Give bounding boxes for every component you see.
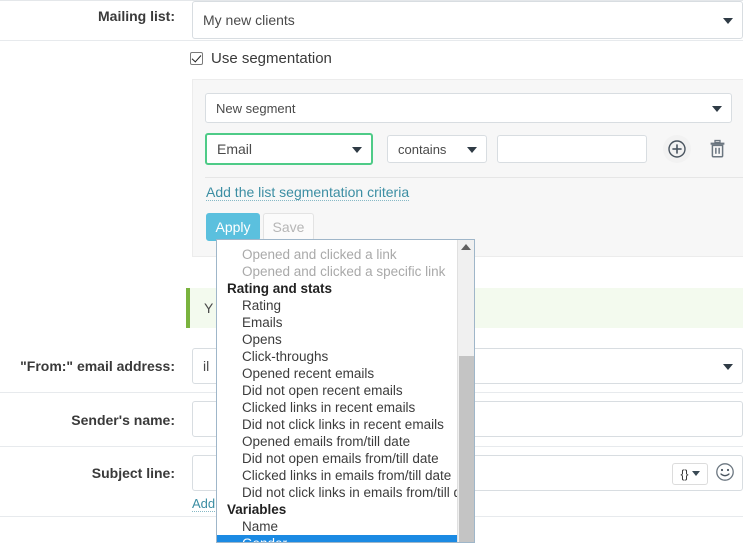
curly-braces-icon[interactable]: {}	[672, 463, 708, 485]
chevron-down-icon	[712, 106, 722, 112]
dropdown-option[interactable]: Emails	[217, 314, 457, 331]
dropdown-option[interactable]: Click-throughs	[217, 348, 457, 365]
checkbox-check-icon	[190, 52, 203, 65]
dropdown-option[interactable]: Clicked links in emails from/till date	[217, 467, 457, 484]
mailing-list-value: My new clients	[203, 12, 295, 28]
apply-button[interactable]: Apply	[206, 213, 260, 241]
dropdown-option[interactable]: Opens	[217, 331, 457, 348]
sender-name-label: Sender's name:	[0, 412, 175, 428]
criteria-operator-select[interactable]: contains	[387, 135, 487, 163]
from-email-value: il	[203, 358, 209, 374]
save-button[interactable]: Save	[263, 213, 314, 241]
criteria-divider	[205, 177, 743, 178]
add-segmentation-criteria-link[interactable]: Add the list segmentation criteria	[206, 184, 409, 201]
plus-circle-icon[interactable]	[663, 135, 691, 163]
dropdown-option[interactable]: Did not click links in recent emails	[217, 416, 457, 433]
subject-line-label: Subject line:	[0, 465, 175, 481]
dropdown-option[interactable]: Name	[217, 518, 457, 535]
dropdown-scrollbar[interactable]	[457, 240, 474, 542]
dropdown-option[interactable]: Did not open emails from/till date	[217, 450, 457, 467]
dropdown-option[interactable]: Gender	[217, 535, 457, 543]
chevron-down-icon	[352, 147, 362, 153]
dropdown-option[interactable]: Opened emails from/till date	[217, 433, 457, 450]
mailing-list-label: Mailing list:	[0, 8, 175, 24]
from-email-label: "From:" email address:	[0, 358, 175, 374]
criteria-value-input[interactable]	[497, 135, 647, 163]
use-segmentation-checkbox[interactable]: Use segmentation	[190, 50, 332, 67]
subject-line-toolbar: {}	[672, 462, 735, 485]
add-variable-link[interactable]: Add	[192, 496, 215, 512]
criteria-field-dropdown-list[interactable]: Opened and clicked a linkOpened and clic…	[216, 239, 475, 543]
criteria-operator-value: contains	[398, 142, 446, 157]
dropdown-option[interactable]: Opened and clicked a link	[217, 246, 457, 263]
mailing-list-select[interactable]: My new clients	[192, 1, 743, 39]
scrollbar-thumb[interactable]	[459, 356, 474, 542]
dropdown-group-header: Rating and stats	[217, 280, 457, 297]
dropdown-option[interactable]: Opened recent emails	[217, 365, 457, 382]
segment-select-value: New segment	[216, 101, 295, 116]
row-divider-1	[0, 40, 743, 41]
trash-can-icon[interactable]	[703, 135, 731, 163]
chevron-down-icon	[723, 18, 733, 24]
chevron-down-icon	[692, 471, 700, 476]
dropdown-option[interactable]: Clicked links in recent emails	[217, 399, 457, 416]
criteria-field-select[interactable]: Email	[205, 133, 373, 165]
success-alert-text: Y	[204, 300, 213, 316]
smiley-face-icon[interactable]	[715, 462, 735, 485]
dropdown-option[interactable]: Did not open recent emails	[217, 382, 457, 399]
dropdown-option[interactable]: Rating	[217, 297, 457, 314]
dropdown-group-header: Variables	[217, 501, 457, 518]
chevron-down-icon	[467, 147, 477, 153]
email-campaign-form: Mailing list: My new clients Use segment…	[0, 0, 743, 543]
dropdown-option[interactable]: Did not click links in emails from/till …	[217, 484, 457, 501]
segmentation-panel: New segment Email contains	[192, 79, 743, 257]
curly-braces-glyph: {}	[680, 467, 688, 481]
dropdown-options: Opened and clicked a linkOpened and clic…	[217, 240, 457, 543]
segment-select[interactable]: New segment	[205, 93, 732, 123]
criteria-field-value: Email	[217, 141, 252, 157]
dropdown-option[interactable]: Opened and clicked a specific link	[217, 263, 457, 280]
chevron-down-icon	[723, 364, 733, 370]
use-segmentation-label: Use segmentation	[211, 50, 332, 67]
scroll-up-arrow-icon[interactable]	[461, 244, 471, 250]
